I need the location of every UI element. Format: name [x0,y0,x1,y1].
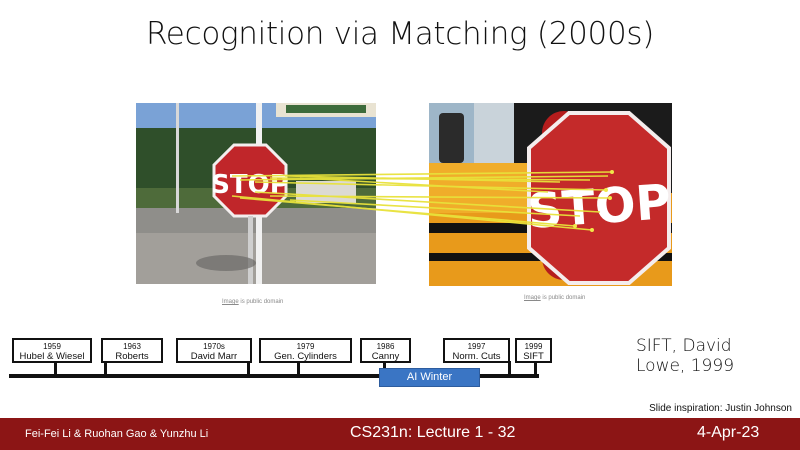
timeline-event-1999: 1999 SIFT [515,338,552,363]
right-image-credit: Image is public domain [524,295,586,301]
right-image-credit-link[interactable]: Image [524,295,541,301]
timeline-event-1959: 1959 Hubel & Wiesel [12,338,92,363]
timeline-event-1986: 1986 Canny [360,338,411,363]
timeline-tick [297,361,300,375]
right-sign-text: STOP [526,174,672,240]
left-image-credit-link[interactable]: Image [222,299,239,305]
footer-lecture: CS231n: Lecture 1 - 32 [350,424,516,441]
footer-bar: Fei-Fei Li & Ruohan Gao & Yunzhu Li CS23… [0,418,800,450]
timeline-event-1997: 1997 Norm. Cuts [443,338,510,363]
timeline-tick [247,361,250,375]
footer-authors: Fei-Fei Li & Ruohan Gao & Yunzhu Li [25,428,209,440]
timeline-tick [104,361,107,375]
timeline-tick [534,361,537,375]
slide-inspiration: Slide inspiration: Justin Johnson [649,403,792,414]
timeline-tick [508,361,511,375]
right-bus-stop-sign-photo: STOP [429,103,672,286]
left-stop-sign-photo: STOP [136,103,376,284]
footer-date: 4-Apr-23 [697,424,760,441]
slide-title: Recognition via Matching (2000s) [145,16,655,52]
left-sign-text: STOP [211,170,289,200]
timeline-event-1979: 1979 Gen. Cylinders [259,338,352,363]
timeline-event-1963: 1963 Roberts [101,338,163,363]
left-image-credit: Image is public domain [222,299,284,305]
timeline-event-1970s: 1970s David Marr [176,338,252,363]
ai-winter-label: AI Winter [379,368,480,387]
timeline-tick [54,361,57,375]
sift-citation: SIFT, David Lowe, 1999 [636,336,735,376]
